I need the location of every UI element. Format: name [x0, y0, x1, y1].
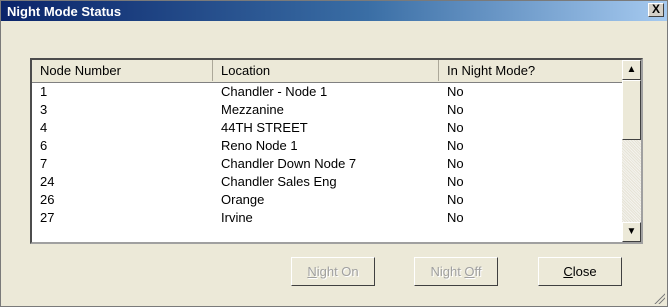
node-number-cell: 4 — [40, 120, 48, 135]
location-cell: Reno Node 1 — [221, 138, 298, 153]
node-number-cell: 26 — [40, 192, 55, 207]
close-mnemonic: C — [563, 264, 573, 279]
node-number-cell: 6 — [40, 138, 48, 153]
resize-grip-icon[interactable] — [653, 292, 665, 304]
vertical-scrollbar[interactable]: ▲ ▼ — [622, 60, 641, 242]
night-off-mnemonic: O — [464, 264, 475, 279]
close-label: lose — [572, 264, 597, 279]
night-mode-cell: No — [447, 84, 464, 99]
column-header-in-night-mode[interactable]: In Night Mode? — [439, 60, 622, 81]
night-mode-cell: No — [447, 120, 464, 135]
location-cell: Chandler Sales Eng — [221, 174, 337, 189]
node-number-cell: 24 — [40, 174, 55, 189]
list-rows: 1 Chandler - Node 1 No 3 Mezzanine No 4 … — [32, 83, 622, 242]
night-on-button[interactable]: Night On — [291, 257, 375, 286]
scroll-down-icon[interactable]: ▼ — [622, 222, 641, 242]
night-off-label-pre: Night — [430, 264, 465, 279]
node-number-cell: 27 — [40, 210, 55, 225]
node-number-cell: 3 — [40, 102, 48, 117]
night-mode-cell: No — [447, 138, 464, 153]
table-row[interactable]: 7 Chandler Down Node 7 No — [32, 155, 622, 173]
night-on-mnemonic: N — [307, 264, 317, 279]
scroll-up-icon[interactable]: ▲ — [622, 60, 641, 80]
column-header-location[interactable]: Location — [213, 60, 439, 81]
node-number-cell: 7 — [40, 156, 48, 171]
location-cell: Chandler - Node 1 — [221, 84, 328, 99]
night-mode-cell: No — [447, 102, 464, 117]
node-list-view[interactable]: Node Number Location In Night Mode? 1 Ch… — [30, 58, 643, 244]
night-off-label-rest: ff — [474, 264, 482, 279]
location-cell: Irvine — [221, 210, 253, 225]
table-row[interactable]: 6 Reno Node 1 No — [32, 137, 622, 155]
node-number-cell: 1 — [40, 84, 48, 99]
table-row[interactable]: 26 Orange No — [32, 191, 622, 209]
night-mode-cell: No — [447, 192, 464, 207]
night-mode-cell: No — [447, 210, 464, 225]
column-header-node-number[interactable]: Node Number — [32, 60, 213, 81]
night-mode-cell: No — [447, 156, 464, 171]
location-cell: Chandler Down Node 7 — [221, 156, 357, 171]
location-cell: Orange — [221, 192, 265, 207]
close-button[interactable]: Close — [538, 257, 622, 286]
table-row[interactable]: 27 Irvine No — [32, 209, 622, 227]
table-row[interactable]: 1 Chandler - Node 1 No — [32, 83, 622, 101]
night-on-label: ight On — [316, 264, 359, 279]
scrollbar-thumb[interactable] — [622, 80, 641, 140]
location-cell: 44TH STREET — [221, 120, 308, 135]
list-header: Node Number Location In Night Mode? — [32, 60, 622, 83]
night-mode-status-dialog: Night Mode Status X Node Number Location… — [0, 0, 668, 307]
night-off-button[interactable]: Night Off — [414, 257, 498, 286]
window-title: Night Mode Status — [7, 4, 122, 19]
table-row[interactable]: 4 44TH STREET No — [32, 119, 622, 137]
night-mode-cell: No — [447, 174, 464, 189]
title-bar[interactable]: Night Mode Status X — [1, 1, 667, 21]
table-row[interactable]: 24 Chandler Sales Eng No — [32, 173, 622, 191]
close-window-icon[interactable]: X — [648, 3, 664, 17]
table-row[interactable]: 3 Mezzanine No — [32, 101, 622, 119]
location-cell: Mezzanine — [221, 102, 284, 117]
